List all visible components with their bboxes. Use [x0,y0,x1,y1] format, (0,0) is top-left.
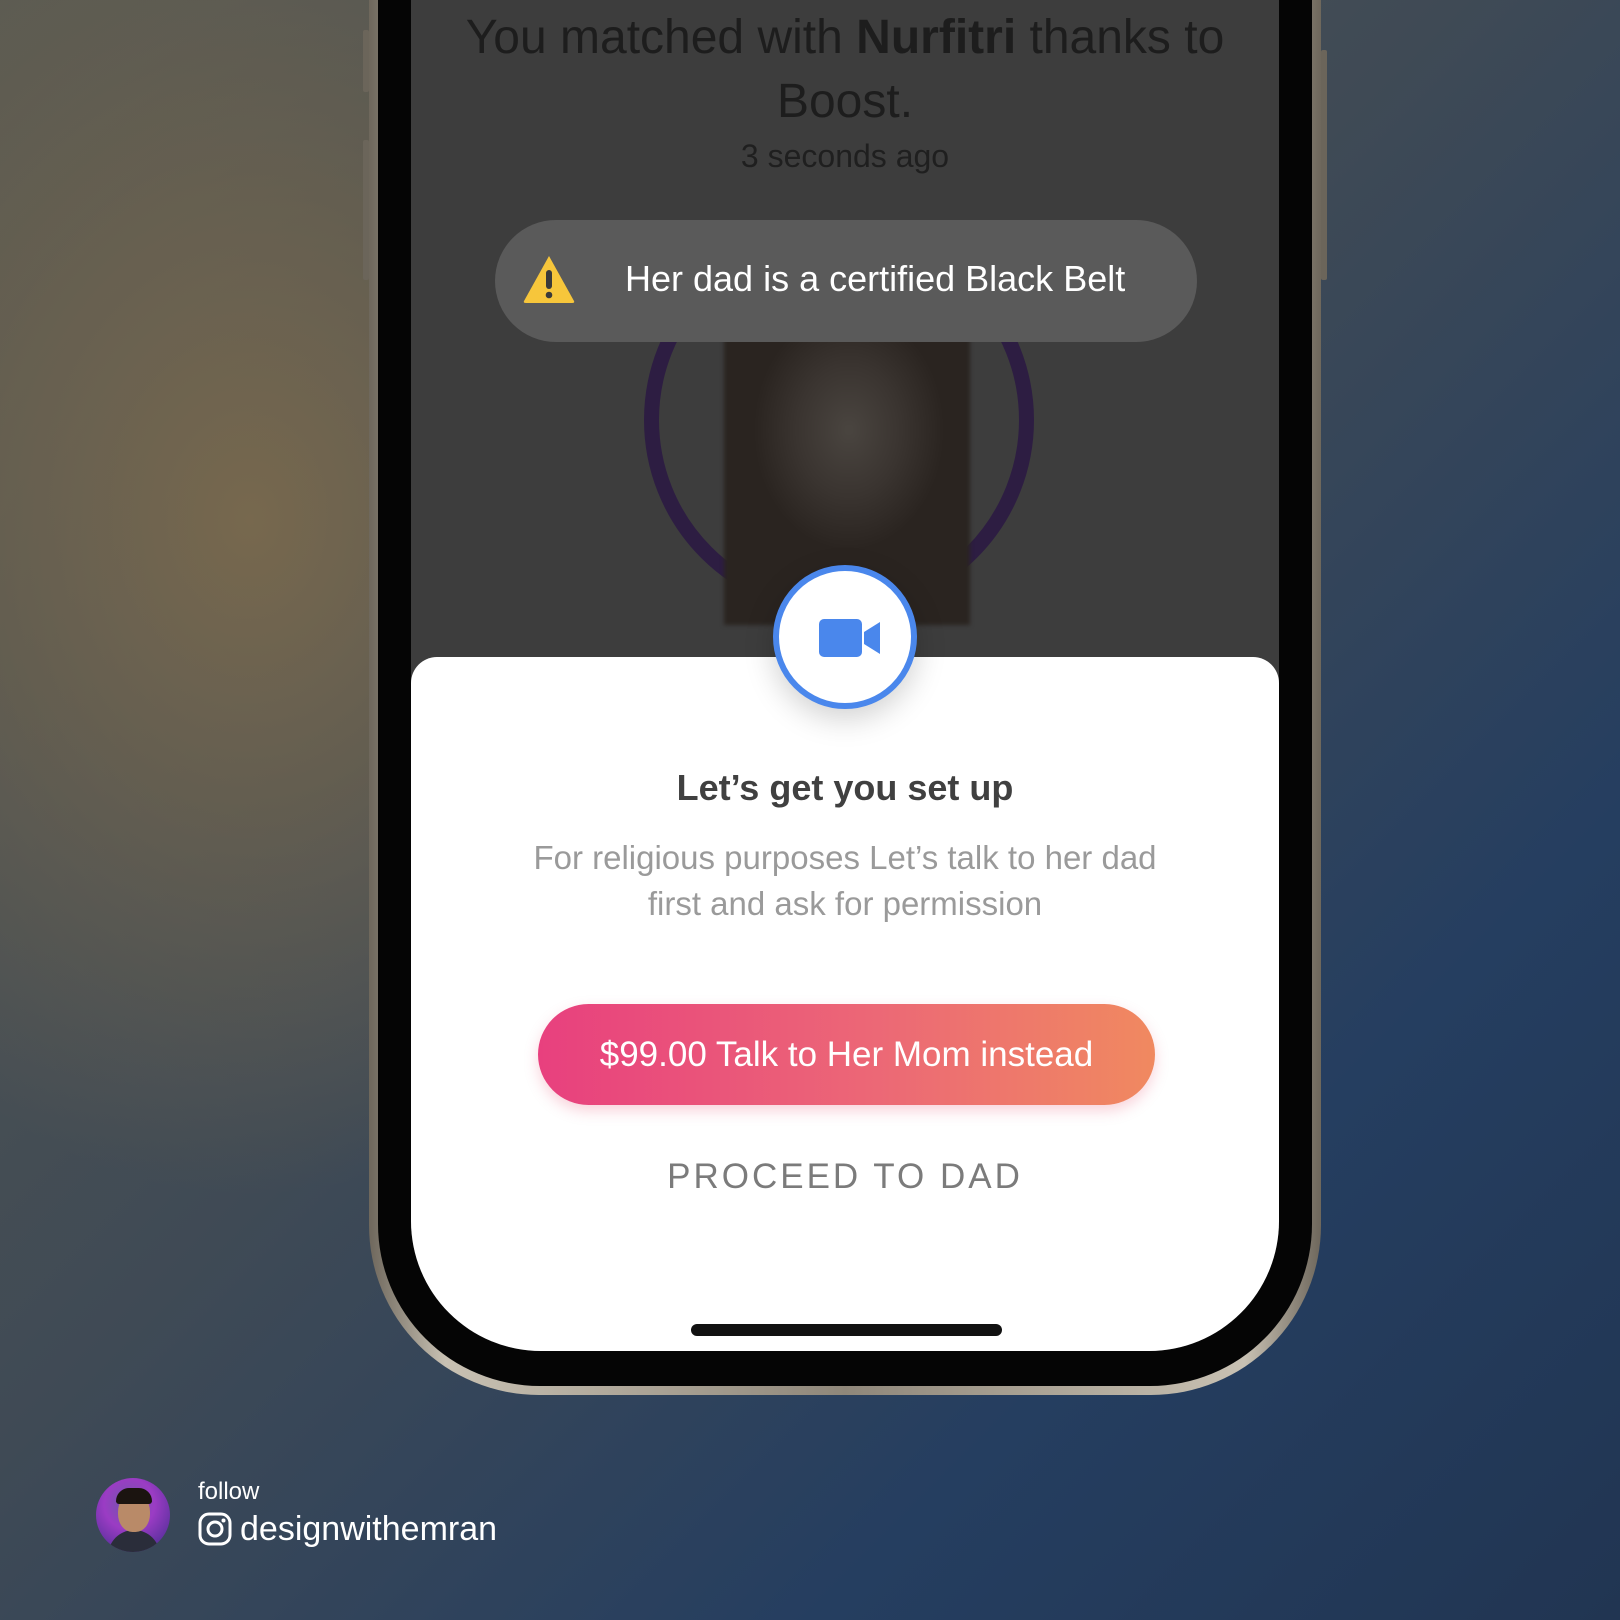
match-title-prefix: You matched with [465,11,843,64]
sheet-description-line: first and ask for permission [647,885,1043,922]
talk-to-mom-button[interactable]: $99.00 Talk to Her Mom instead [538,1004,1155,1105]
instagram-handle[interactable]: designwithemran [198,1508,497,1550]
avatar-hair [116,1488,152,1504]
warning-icon [523,256,575,303]
proceed-to-dad-button[interactable]: PROCEED TO DAD [411,1157,1279,1197]
sheet-title: Let’s get you set up [676,767,1014,808]
warning-toast: Her dad is a certified Black Belt [495,220,1197,342]
creator-avatar [96,1478,170,1552]
video-call-badge [773,565,917,709]
match-timestamp: 3 seconds ago [740,138,950,174]
match-title: You matched with Nurfitri thanks to Boos… [411,6,1279,134]
sheet-description: For religious purposes Let’s talk to her… [411,835,1279,927]
app-screen: You matched with Nurfitri thanks to Boos… [411,0,1279,1351]
instagram-icon [198,1512,232,1546]
bottom-sheet: Let’s get you set up For religious purpo… [411,565,1279,1351]
match-name: Nurfitri [856,11,1017,64]
video-camera-icon [819,619,880,657]
volume-button [363,140,369,280]
power-button [1321,50,1327,280]
home-indicator[interactable] [691,1324,1002,1336]
toast-message: Her dad is a certified Black Belt [625,258,1126,299]
side-button [363,30,369,92]
instagram-handle-text: designwithemran [240,1509,498,1548]
follow-label: follow [198,1478,260,1505]
avatar-body [108,1530,160,1552]
sheet-description-line: For religious purposes Let’s talk to her… [533,839,1157,876]
